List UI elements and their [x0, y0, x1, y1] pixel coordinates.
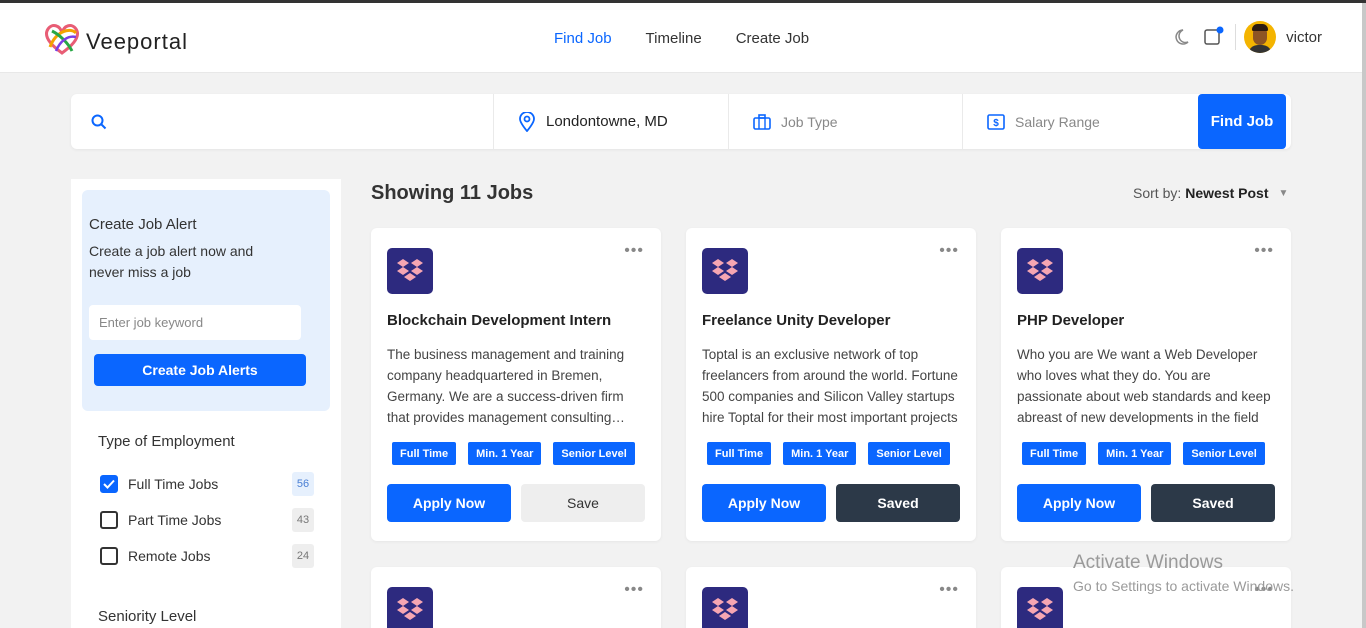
sort-label: Sort by: [1133, 185, 1182, 201]
logo[interactable]: Veeportal [42, 21, 188, 62]
job-card[interactable]: ••• [686, 567, 976, 628]
search-bar: Londontowne, MD Job Type $ Salary Range … [71, 94, 1291, 149]
more-options-icon[interactable]: ••• [624, 581, 644, 599]
job-tags: Full Time Min. 1 Year Senior Level [707, 442, 950, 465]
company-logo [387, 248, 433, 294]
company-logo [702, 587, 748, 628]
tag-level: Senior Level [1183, 442, 1265, 465]
job-description: Who you are We want a Web Developer who … [1017, 347, 1271, 425]
company-logo [1017, 248, 1063, 294]
save-button[interactable]: Save [521, 484, 645, 522]
windows-activation-watermark: Activate Windows Go to Settings to activ… [1073, 552, 1294, 594]
saved-button[interactable]: Saved [836, 484, 960, 522]
more-options-icon[interactable]: ••• [939, 242, 959, 260]
nav-create-job[interactable]: Create Job [736, 30, 809, 47]
tag-experience: Min. 1 Year [468, 442, 542, 465]
more-options-icon[interactable]: ••• [624, 242, 644, 260]
tag-employment: Full Time [392, 442, 457, 465]
apply-now-button[interactable]: Apply Now [387, 484, 511, 522]
apply-now-button[interactable]: Apply Now [702, 484, 826, 522]
salary-icon: $ [987, 113, 1005, 131]
job-tags: Full Time Min. 1 Year Senior Level [1022, 442, 1265, 465]
checkbox[interactable] [100, 511, 118, 529]
caret-down-icon: ▼ [1278, 187, 1289, 199]
more-options-icon[interactable]: ••• [939, 581, 959, 599]
more-options-icon[interactable]: ••• [1254, 242, 1274, 260]
notification-icon[interactable] [1203, 26, 1225, 48]
filter-label: Full Time Jobs [128, 476, 219, 492]
seniority-level-title: Seniority Level [98, 608, 197, 625]
watermark-title: Activate Windows [1073, 552, 1223, 573]
filter-label: Remote Jobs [128, 548, 211, 564]
job-description: Toptal is an exclusive network of top fr… [702, 347, 958, 425]
tag-employment: Full Time [707, 442, 772, 465]
job-description: The business management and training com… [387, 347, 625, 425]
filter-count: 56 [292, 472, 314, 496]
header-divider [1235, 24, 1237, 50]
header: Veeportal Find Job Timeline Create Job v… [0, 3, 1366, 73]
scrollbar[interactable] [1362, 3, 1366, 628]
salary-placeholder: Salary Range [1015, 113, 1100, 130]
saved-button[interactable]: Saved [1151, 484, 1275, 522]
filter-part-time[interactable]: Part Time Jobs 43 [100, 508, 314, 532]
logo-icon [42, 21, 82, 62]
search-icon [91, 114, 107, 130]
filter-count: 24 [292, 544, 314, 568]
job-tags: Full Time Min. 1 Year Senior Level [392, 442, 635, 465]
tag-experience: Min. 1 Year [783, 442, 857, 465]
company-logo [387, 587, 433, 628]
tag-experience: Min. 1 Year [1098, 442, 1172, 465]
tag-level: Senior Level [553, 442, 635, 465]
filter-remote[interactable]: Remote Jobs 24 [100, 544, 314, 568]
job-alert-title: Create Job Alert [89, 216, 197, 233]
checkbox-checked[interactable] [100, 475, 118, 493]
filter-label: Part Time Jobs [128, 512, 222, 528]
job-card[interactable]: ••• [371, 567, 661, 628]
logo-text: Veeportal [86, 28, 188, 54]
job-alert-description: Create a job alert now and never miss a … [89, 243, 254, 280]
company-logo [702, 248, 748, 294]
job-title[interactable]: Freelance Unity Developer [702, 312, 890, 329]
results-count: Showing 11 Jobs [371, 182, 534, 204]
checkbox[interactable] [100, 547, 118, 565]
job-card[interactable]: ••• Freelance Unity Developer Toptal is … [686, 228, 976, 541]
sort-value: Newest Post [1185, 185, 1269, 201]
location-pin-icon [518, 111, 536, 132]
job-card[interactable]: ••• Blockchain Development Intern The bu… [371, 228, 661, 541]
filter-full-time[interactable]: Full Time Jobs 56 [100, 472, 314, 496]
job-card[interactable]: ••• PHP Developer Who you are We want a … [1001, 228, 1291, 541]
nav-find-job[interactable]: Find Job [554, 30, 612, 47]
job-type-field[interactable]: Job Type [729, 94, 963, 149]
create-job-alerts-button[interactable]: Create Job Alerts [94, 354, 306, 386]
location-value: Londontowne, MD [546, 113, 668, 130]
briefcase-icon [753, 113, 771, 130]
keyword-search[interactable] [71, 94, 494, 149]
avatar[interactable] [1244, 21, 1277, 53]
filter-sidebar: Create Job Alert Create a job alert now … [71, 179, 341, 628]
job-title[interactable]: PHP Developer [1017, 312, 1124, 329]
find-job-button[interactable]: Find Job [1198, 94, 1286, 149]
filter-count: 43 [292, 508, 314, 532]
apply-now-button[interactable]: Apply Now [1017, 484, 1141, 522]
company-logo [1017, 587, 1063, 628]
username[interactable]: victor [1286, 29, 1322, 46]
header-actions: victor [1173, 21, 1322, 53]
salary-range-field[interactable]: $ Salary Range [963, 94, 1198, 149]
main-nav: Find Job Timeline Create Job [554, 30, 809, 47]
job-keyword-input[interactable] [89, 305, 301, 340]
tag-level: Senior Level [868, 442, 950, 465]
location-field[interactable]: Londontowne, MD [494, 94, 729, 149]
employment-type-title: Type of Employment [98, 433, 235, 450]
svg-text:$: $ [993, 118, 999, 129]
job-type-placeholder: Job Type [781, 113, 838, 130]
job-title[interactable]: Blockchain Development Intern [387, 312, 611, 329]
tag-employment: Full Time [1022, 442, 1087, 465]
nav-timeline[interactable]: Timeline [646, 30, 702, 47]
sort-dropdown[interactable]: Sort by: Newest Post ▼ [1133, 185, 1288, 201]
watermark-subtitle: Go to Settings to activate Windows. [1073, 578, 1294, 594]
moon-icon[interactable] [1173, 26, 1195, 48]
